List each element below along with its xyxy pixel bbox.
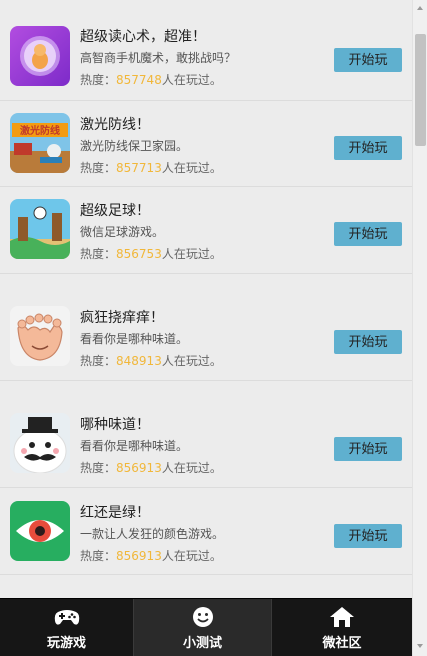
game-heat: 热度：856913人在玩过。 — [80, 459, 222, 476]
start-game-button[interactable]: 开始玩 — [334, 48, 402, 72]
game-list: 超级读心术，超准！ 高智商手机魔术，敢挑战吗？ 热度：857748人在玩过。 开… — [0, 0, 412, 598]
list-item: 哪种味道！ 看看你是哪种味道。 热度：856913人在玩过。 开始玩 — [0, 381, 412, 488]
scroll-thumb[interactable] — [415, 34, 426, 146]
game-heat: 热度：857713人在玩过。 — [80, 159, 222, 176]
heat-suffix: 人在玩过。 — [161, 354, 222, 368]
game-title: 哪种味道！ — [80, 417, 150, 433]
game-title: 超级读心术，超准！ — [80, 29, 206, 45]
heat-suffix: 人在玩过。 — [161, 73, 222, 87]
smiley-icon — [190, 606, 216, 628]
tab-quiz[interactable]: 小测试 — [134, 599, 271, 656]
tab-label: 微社区 — [322, 636, 362, 651]
foot-icon[interactable] — [10, 306, 70, 366]
game-desc: 激光防线保卫家园。 — [80, 139, 189, 153]
game-desc: 微信足球游戏。 — [80, 225, 165, 239]
start-game-button[interactable]: 开始玩 — [334, 136, 402, 160]
game-heat: 热度：856753人在玩过。 — [80, 245, 222, 262]
vertical-scrollbar[interactable] — [412, 0, 427, 656]
magic-ball-icon[interactable] — [10, 26, 70, 86]
heat-label: 热度： — [80, 461, 117, 475]
list-item: 激光防线 激光防线！ 激光防线保卫家园。 热度：857713人在玩过。 开始玩 — [0, 101, 412, 187]
svg-text:激光防线: 激光防线 — [20, 124, 60, 137]
tab-community[interactable]: 微社区 — [272, 599, 412, 656]
start-game-button[interactable]: 开始玩 — [334, 222, 402, 246]
heat-label: 热度： — [80, 549, 117, 563]
start-game-button[interactable]: 开始玩 — [334, 437, 402, 461]
heat-label: 热度： — [80, 354, 117, 368]
game-desc: 一款让人发狂的颜色游戏。 — [80, 527, 225, 541]
heat-count: 856753 — [116, 247, 162, 261]
heat-label: 热度： — [80, 247, 117, 261]
heat-count: 856913 — [116, 549, 162, 563]
heat-count: 848913 — [116, 354, 162, 368]
list-item: 红还是绿！ 一款让人发狂的颜色游戏。 热度：856913人在玩过。 开始玩 — [0, 488, 412, 575]
game-heat: 热度：856913人在玩过。 — [80, 547, 222, 564]
game-desc: 看看你是哪种味道。 — [80, 332, 189, 346]
scroll-down-arrow-icon[interactable] — [413, 638, 427, 654]
start-game-button[interactable]: 开始玩 — [334, 330, 402, 354]
game-title: 疯狂挠痒痒！ — [80, 310, 164, 326]
heat-suffix: 人在玩过。 — [161, 461, 222, 475]
tab-label: 小测试 — [182, 636, 222, 651]
gamepad-icon — [54, 606, 80, 628]
eye-icon[interactable] — [10, 501, 70, 561]
soccer-icon[interactable] — [10, 199, 70, 259]
game-title: 超级足球！ — [80, 203, 150, 219]
mustache-face-icon[interactable] — [10, 413, 70, 473]
tab-label: 玩游戏 — [46, 636, 86, 651]
heat-count: 857713 — [116, 161, 162, 175]
laser-defense-icon[interactable]: 激光防线 — [10, 113, 70, 173]
list-item: 超级足球！ 微信足球游戏。 热度：856753人在玩过。 开始玩 — [0, 187, 412, 274]
game-title: 红还是绿！ — [80, 505, 150, 521]
game-desc: 看看你是哪种味道。 — [80, 439, 189, 453]
game-title: 激光防线！ — [80, 117, 150, 133]
heat-suffix: 人在玩过。 — [161, 161, 222, 175]
bottom-tab-bar: 玩游戏 小测试 微社区 — [0, 598, 412, 656]
list-item: 疯狂挠痒痒！ 看看你是哪种味道。 热度：848913人在玩过。 开始玩 — [0, 274, 412, 381]
scroll-up-arrow-icon[interactable] — [413, 0, 427, 16]
heat-count: 857748 — [116, 73, 162, 87]
tab-play-games[interactable]: 玩游戏 — [0, 599, 133, 656]
list-item: 超级读心术，超准！ 高智商手机魔术，敢挑战吗？ 热度：857748人在玩过。 开… — [0, 0, 412, 101]
home-icon — [329, 606, 355, 628]
heat-suffix: 人在玩过。 — [161, 247, 222, 261]
heat-label: 热度： — [80, 161, 117, 175]
heat-label: 热度： — [80, 73, 117, 87]
game-heat: 热度：848913人在玩过。 — [80, 352, 222, 369]
heat-count: 856913 — [116, 461, 162, 475]
game-heat: 热度：857748人在玩过。 — [80, 71, 222, 88]
heat-suffix: 人在玩过。 — [161, 549, 222, 563]
start-game-button[interactable]: 开始玩 — [334, 524, 402, 548]
game-desc: 高智商手机魔术，敢挑战吗？ — [80, 51, 237, 65]
